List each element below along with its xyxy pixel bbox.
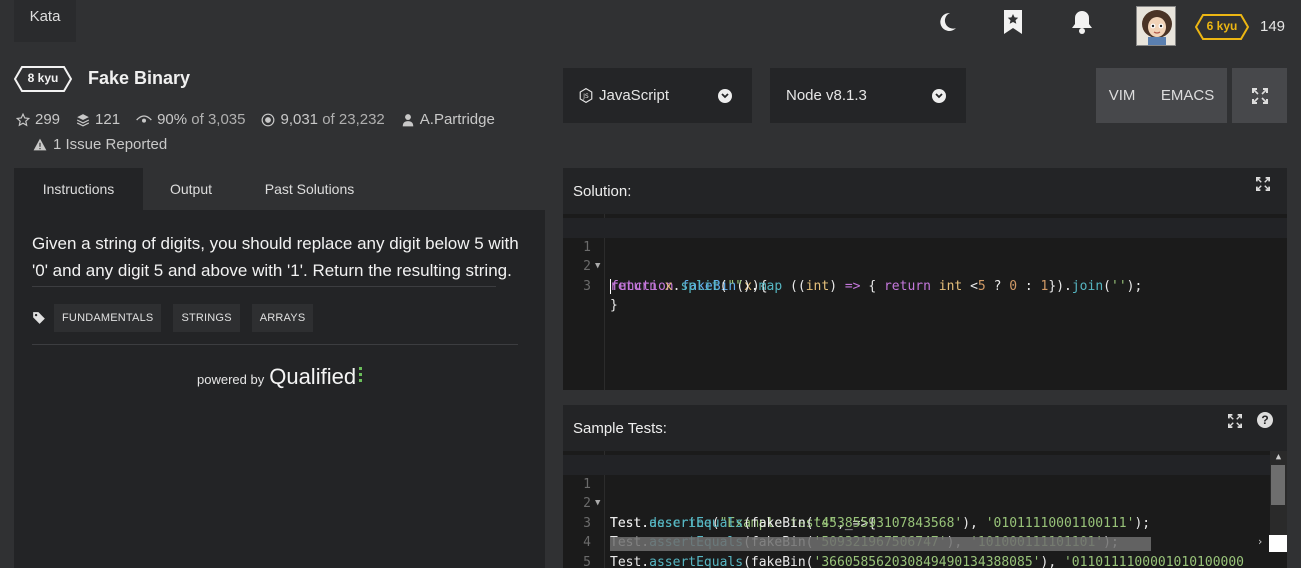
tab-instructions[interactable]: Instructions xyxy=(14,168,143,210)
completed-stat: 9,031 of 23,232 xyxy=(261,111,385,128)
target-icon xyxy=(262,113,275,126)
bell-icon[interactable] xyxy=(1068,8,1096,36)
stars-stat[interactable]: 299 xyxy=(16,111,60,128)
help-icon[interactable]: ? xyxy=(1257,412,1273,428)
sample-tests-title: Sample Tests: xyxy=(573,420,667,437)
code-line-text: Test.assertEquals(fakeBin('3660585620308… xyxy=(610,554,1244,568)
kata-stats: 299 121 90% of 3,035 9,031 of 23,232 A.P… xyxy=(16,111,511,128)
issues-link[interactable]: 1 Issue Reported xyxy=(33,136,167,153)
divider xyxy=(32,286,496,287)
tab-past-solutions[interactable]: Past Solutions xyxy=(239,168,380,210)
powered-by-qualified[interactable]: powered by Qualified xyxy=(197,364,363,390)
satisfaction-rating: 90% xyxy=(157,111,188,128)
vim-mode-button[interactable]: VIM xyxy=(1109,87,1136,104)
powered-by-label: powered by xyxy=(197,372,265,387)
avatar[interactable] xyxy=(1136,6,1176,46)
warning-icon xyxy=(33,138,47,151)
panel-tabs: Instructions Output Past Solutions xyxy=(14,168,545,210)
author-stat[interactable]: A.Partridge xyxy=(401,111,495,128)
code-line: 3 Test.assertEquals(fakeBin('50932196750… xyxy=(563,494,1287,551)
rank-badge-label: 6 kyu xyxy=(1206,19,1238,33)
layers-icon xyxy=(76,113,90,126)
moon-icon[interactable] xyxy=(933,8,961,36)
collections-count: 121 xyxy=(95,111,121,128)
runtime-version-select[interactable]: Node v8.1.3 xyxy=(770,68,966,123)
scroll-right-arrow-icon[interactable]: › xyxy=(1253,535,1267,549)
expand-icon[interactable] xyxy=(1256,177,1270,196)
tag-strings[interactable]: STRINGS xyxy=(173,304,240,332)
chevron-down-icon xyxy=(718,89,732,103)
rank-badge: 6 kyu xyxy=(1195,14,1249,40)
code-line: 2 Test.assertEquals(fakeBin('45385593107… xyxy=(563,475,1287,531)
sample-tests-code-editor[interactable]: 1 ▼ Test.describe("Example tests",_=>{ 2… xyxy=(563,451,1287,568)
expand-icon xyxy=(1251,87,1268,104)
instructions-panel: Instructions Output Past Solutions Given… xyxy=(14,168,545,568)
kata-description: Given a string of digits, you should rep… xyxy=(32,234,519,280)
code-line: 2 return x.split("").map ((int) => { ret… xyxy=(563,238,1287,294)
svg-text:JS: JS xyxy=(582,94,589,100)
collections-stat[interactable]: 121 xyxy=(76,111,120,128)
issues-label: 1 Issue Reported xyxy=(53,136,168,153)
code-line: 4 Test.assertEquals(fakeBin('36605856203… xyxy=(563,514,1287,568)
tag-fundamentals[interactable]: FUNDAMENTALS xyxy=(54,304,162,332)
divider xyxy=(32,344,518,345)
expand-icon[interactable] xyxy=(1228,414,1242,433)
code-line-text: return x.split("").map ((int) => { retur… xyxy=(610,278,1143,294)
eye-icon xyxy=(136,114,152,123)
satisfaction-votes: of 3,035 xyxy=(191,111,246,128)
honor-count: 149 xyxy=(1260,18,1286,35)
code-line-text: } xyxy=(610,298,618,313)
line-number: 5 xyxy=(583,554,591,568)
solution-title: Solution: xyxy=(573,183,632,200)
code-line: 3 } xyxy=(563,257,1287,314)
qualified-dots-icon xyxy=(359,367,363,382)
tag-list: FUNDAMENTALS STRINGS ARRAYS xyxy=(32,304,325,332)
kata-nav-tab[interactable]: Kata xyxy=(14,0,76,42)
vertical-scrollbar[interactable] xyxy=(1271,465,1285,505)
completed-count: 9,031 xyxy=(280,111,319,128)
kyu-badge-label: 8 kyu xyxy=(27,71,59,85)
tab-output[interactable]: Output xyxy=(143,168,239,210)
code-line: 1 ▼ function fakeBin(x){ xyxy=(563,218,1287,294)
tag-icon xyxy=(33,312,45,324)
attempted-count: of 23,232 xyxy=(322,111,385,128)
scrollbar-corner xyxy=(1269,535,1287,552)
kyu-badge: 8 kyu xyxy=(14,66,72,92)
fullscreen-button[interactable] xyxy=(1232,68,1287,123)
solution-panel: Solution: 1 ▼ function fakeBin(x){ 2 ret… xyxy=(563,168,1287,390)
bookmark-star-icon[interactable] xyxy=(999,8,1027,36)
user-icon xyxy=(402,113,414,126)
author-link[interactable]: A.Partridge xyxy=(420,111,495,128)
runtime-label: Node v8.1.3 xyxy=(786,87,867,104)
code-line: 1 ▼ Test.describe("Example tests",_=>{ xyxy=(563,455,1287,531)
star-icon xyxy=(16,112,30,126)
stars-count: 299 xyxy=(35,111,61,128)
language-label: JavaScript xyxy=(599,87,670,104)
line-number: 3 xyxy=(583,278,591,294)
satisfaction-stat: 90% of 3,035 xyxy=(136,111,245,128)
language-select[interactable]: JS JavaScript xyxy=(563,68,752,123)
kata-title: Fake Binary xyxy=(88,68,191,88)
qualified-logo: Qualified xyxy=(269,364,357,389)
top-bar: Kata 6 kyu 149 xyxy=(0,0,1301,50)
editor-mode-group: VIM EMACS xyxy=(1096,68,1227,123)
sample-tests-panel: Sample Tests: ? 1 ▼ Test.describe("Examp… xyxy=(563,405,1287,568)
emacs-mode-button[interactable]: EMACS xyxy=(1161,87,1214,104)
scroll-up-arrow-icon[interactable]: ▲ xyxy=(1270,451,1287,463)
chevron-down-icon xyxy=(932,89,946,103)
javascript-icon: JS xyxy=(579,88,593,103)
solution-code-editor[interactable]: 1 ▼ function fakeBin(x){ 2 return x.spli… xyxy=(563,214,1287,390)
horizontal-scrollbar[interactable] xyxy=(610,537,1151,551)
tag-arrays[interactable]: ARRAYS xyxy=(251,304,314,332)
